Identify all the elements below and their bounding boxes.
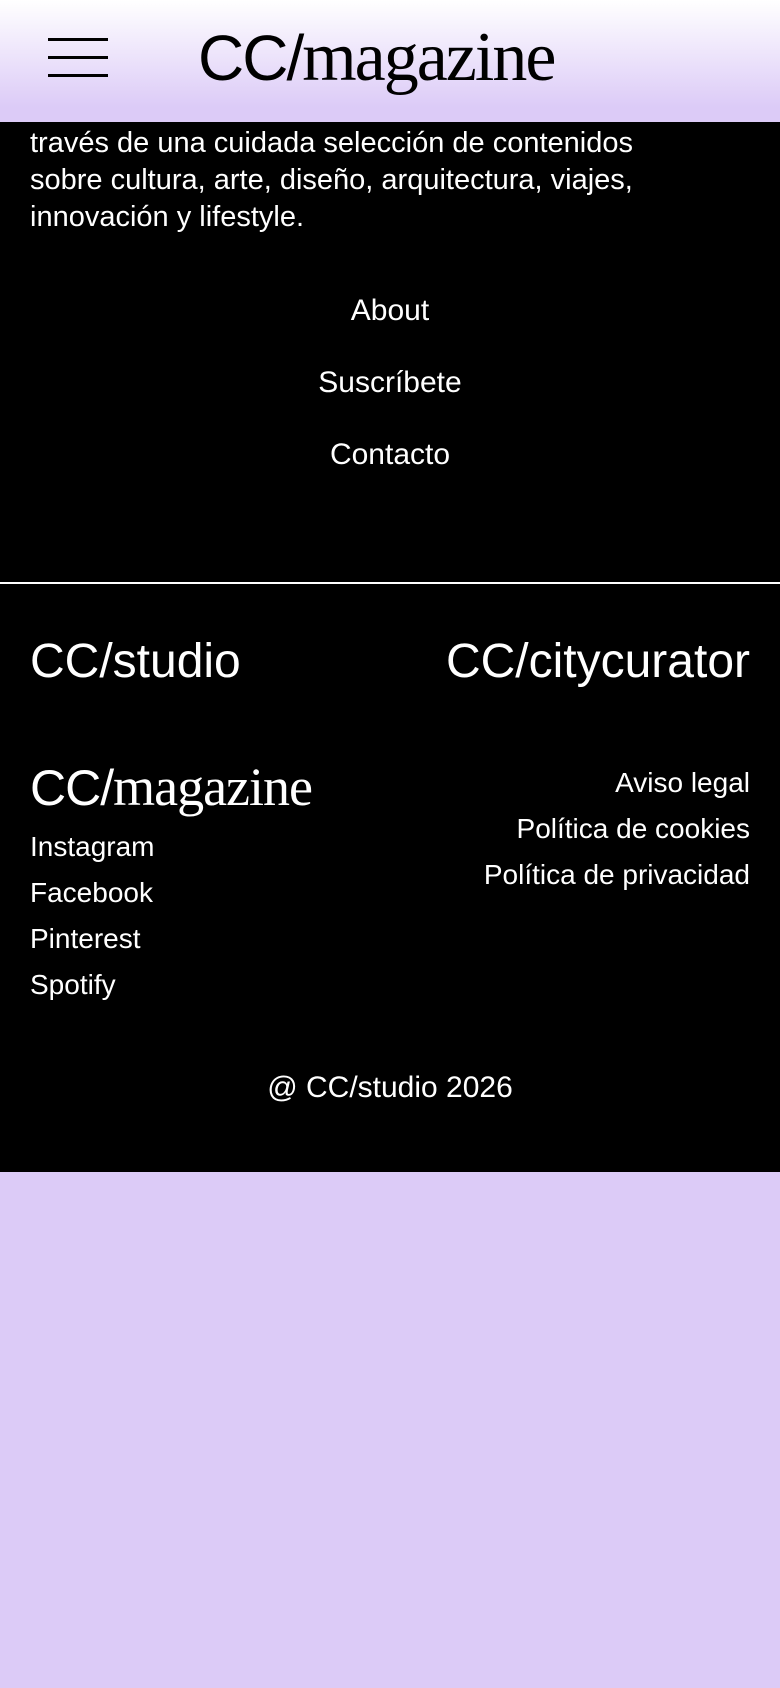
legal-link-notice[interactable]: Aviso legal: [484, 766, 750, 812]
social-link-facebook[interactable]: Facebook: [30, 876, 155, 922]
hamburger-bar: [48, 56, 108, 59]
nav-link-about[interactable]: About: [0, 294, 780, 366]
hamburger-bar: [48, 38, 108, 41]
brand-link-studio[interactable]: CC/studio: [30, 634, 241, 690]
footer-logo-prefix: CC/: [30, 760, 114, 816]
footer: través de una cuidada selección de conte…: [0, 0, 780, 1172]
intro-line: sobre cultura, arte, diseño, arquitectur…: [30, 164, 633, 196]
header-logo[interactable]: CC/magazine: [198, 18, 556, 98]
footer-magazine-logo[interactable]: CC/magazine: [30, 756, 313, 818]
intro-line: través de una cuidada selección de conte…: [30, 127, 633, 159]
brand-link-citycurator[interactable]: CC/citycurator: [446, 634, 750, 690]
footer-divider: [0, 582, 780, 584]
legal-link-cookies[interactable]: Política de cookies: [484, 812, 750, 858]
header-logo-prefix: CC/: [198, 22, 304, 94]
page: través de una cuidada selección de conte…: [0, 0, 780, 1688]
site-header: CC/magazine: [0, 0, 780, 122]
footer-nav: About Suscríbete Contacto: [0, 294, 780, 510]
hamburger-bar: [48, 74, 108, 77]
intro-line: innovación y lifestyle.: [30, 201, 305, 233]
social-link-pinterest[interactable]: Pinterest: [30, 922, 155, 968]
social-link-instagram[interactable]: Instagram: [30, 830, 155, 876]
social-links: Instagram Facebook Pinterest Spotify: [30, 830, 155, 1014]
copyright: @ CC/studio 2026: [267, 1071, 513, 1104]
nav-link-subscribe[interactable]: Suscríbete: [0, 366, 780, 438]
footer-logo-word: magazine: [113, 757, 313, 817]
social-link-spotify[interactable]: Spotify: [30, 968, 155, 1014]
legal-link-privacy[interactable]: Política de privacidad: [484, 858, 750, 904]
header-logo-word: magazine: [302, 19, 556, 96]
legal-links: Aviso legal Política de cookies Política…: [484, 766, 750, 904]
nav-link-contact[interactable]: Contacto: [0, 438, 780, 510]
hamburger-menu-icon[interactable]: [48, 38, 108, 78]
